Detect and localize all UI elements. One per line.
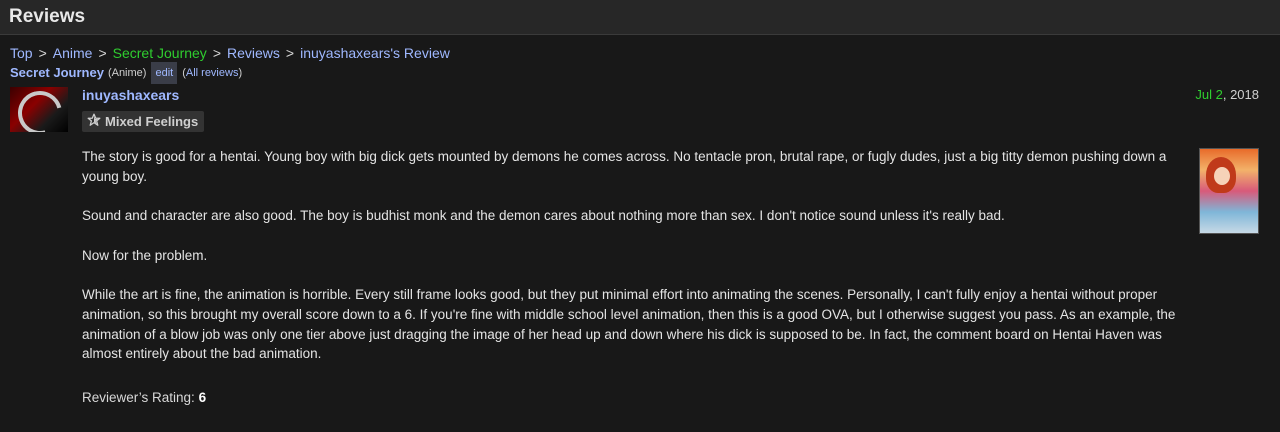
rating-value: 6 (198, 390, 207, 405)
breadcrumb-top-link[interactable]: Top (10, 45, 33, 61)
anime-title-line: Secret Journey (Anime) edit (All reviews… (10, 62, 1270, 84)
review-paragraph: Sound and character are also good. The b… (82, 208, 1005, 224)
breadcrumb: Top > Anime > Secret Journey > Reviews > inuyash… (10, 43, 1270, 63)
review-paragraph: The story is good for a hentai. Young bo… (82, 149, 1167, 184)
anime-title-link[interactable]: Secret Journey (10, 63, 104, 83)
page-title: Reviews (9, 6, 86, 27)
breadcrumb-title-link[interactable]: Secret Journey (113, 45, 207, 61)
review-date-highlight[interactable]: Jul 2 (1195, 87, 1222, 102)
breadcrumb-anime-link[interactable]: Anime (53, 45, 93, 61)
rating-label: Reviewer’s Rating: (82, 390, 195, 405)
avatar-ring-graphic (10, 87, 68, 132)
status-badge: Mixed Feelings (82, 111, 205, 132)
breadcrumb-separator: > (212, 45, 221, 61)
all-reviews-link[interactable]: All reviews (186, 67, 239, 79)
breadcrumb-separator: > (285, 45, 295, 61)
review-paragraph: Now for the problem. (82, 247, 208, 263)
anime-type-label: (Anime) (107, 67, 147, 79)
breadcrumb-separator: > (98, 45, 107, 61)
cover-art-face (1214, 167, 1230, 185)
badge-label: Mixed Feelings (105, 114, 199, 129)
reviewer-rating: Reviewer’s Rating: 6 (82, 390, 206, 405)
breadcrumb-separator: > (38, 45, 47, 61)
review-date-year: , 2018 (1222, 87, 1259, 102)
anime-cover-image[interactable] (1199, 148, 1259, 234)
review-body: inuyashaxears Jul 2, 2018 Mixed Feelings… (82, 87, 1270, 405)
breadcrumb-current-review-link[interactable]: inuyashaxears's Review (300, 45, 450, 61)
all-reviews-close-paren: ) (238, 67, 243, 79)
all-reviews: (All reviews) (182, 63, 242, 83)
review-paragraph: While the art is fine, the animation is … (82, 287, 1176, 362)
page-header: Reviews (0, 0, 1280, 35)
reviewer-username-link[interactable]: inuyashaxears (82, 87, 179, 103)
star-icon (87, 113, 105, 130)
main-content: Top > Anime > Secret Journey > Reviews > inuyash… (0, 35, 1280, 417)
review-date: Jul 2, 2018 (1195, 87, 1259, 102)
breadcrumb-reviews-link[interactable]: Reviews (227, 45, 280, 61)
edit-button[interactable]: edit (151, 62, 178, 84)
review-text: The story is good for a hentai. Young bo… (82, 147, 1182, 384)
avatar[interactable] (10, 87, 68, 132)
review-card: inuyashaxears Jul 2, 2018 Mixed Feelings… (10, 87, 1270, 417)
